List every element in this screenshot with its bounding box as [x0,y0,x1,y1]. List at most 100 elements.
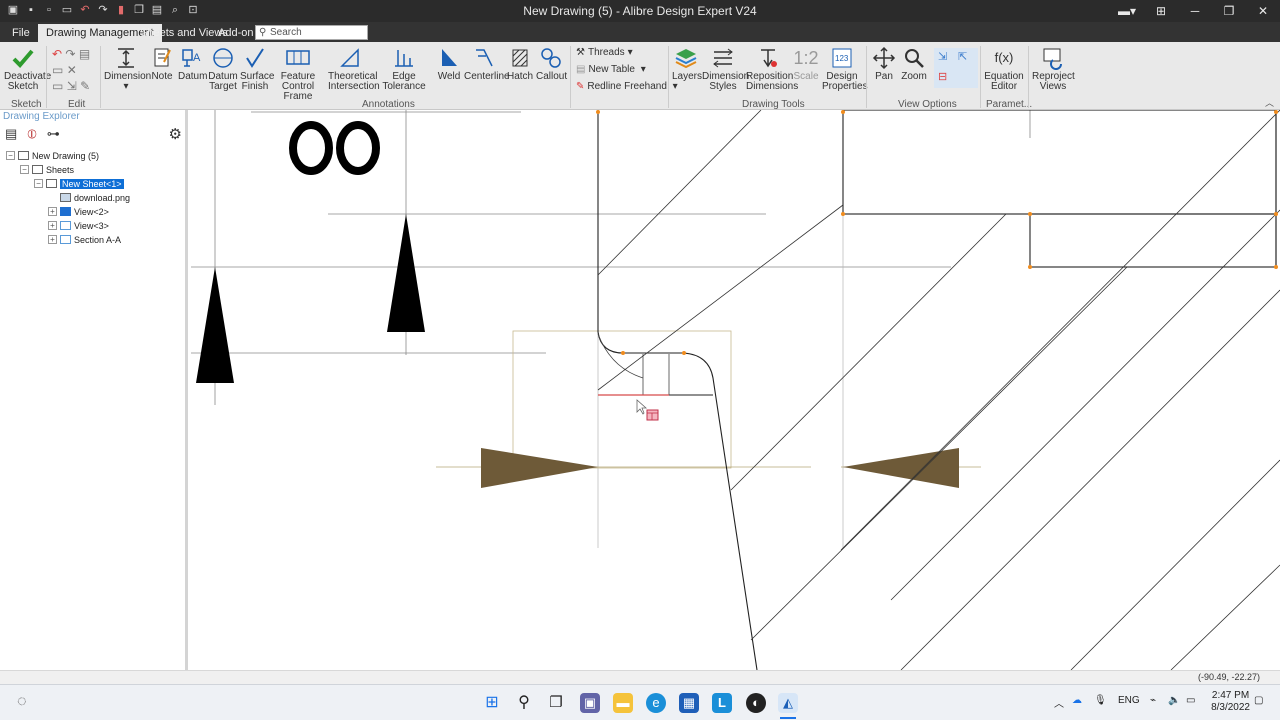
copy-icon[interactable]: ▤ [79,47,90,61]
link-icon[interactable]: ▭ [52,79,63,93]
start-icon[interactable]: ⊞ [482,693,502,713]
dimension-styles-button[interactable]: Dimension Styles [702,46,749,92]
onedrive-icon[interactable]: ☁ [1072,695,1082,706]
minimize-button[interactable]: ─ [1178,0,1212,22]
hatch-button[interactable]: Hatch [507,46,533,82]
battery-icon[interactable]: ▭ [1186,695,1195,706]
settings-dropdown-icon[interactable]: ▬▾ [1110,0,1144,22]
view-toggle-icon[interactable]: ⇱ [958,50,967,63]
section-arrow[interactable] [843,448,959,488]
notifications-icon[interactable]: ▢ [1254,695,1263,706]
restore-button[interactable]: ❐ [1212,0,1246,22]
move-icon[interactable]: ⇲ [67,79,77,93]
tab-file[interactable]: File [4,24,38,42]
reposition-dimensions-button[interactable]: Reposition Dimensions [746,46,798,92]
redline-freehand-button[interactable]: ✎ Redline Freehand ▾ [576,81,678,92]
layers-button[interactable]: Layers [672,46,702,82]
tree-item-sheet[interactable]: − New Sheet<1> [34,178,124,191]
store-icon[interactable]: ▦ [679,693,699,713]
undo-icon[interactable]: ↶ [78,3,92,17]
network-icon[interactable]: ⌁ [1150,695,1156,706]
view-toggle-icon[interactable]: ⊟ [938,70,947,83]
tree-item-section[interactable]: + Section A-A [48,234,121,247]
save-all-icon[interactable]: ▫ [42,3,56,17]
view-toggle-icon[interactable]: ⇲ [938,50,947,63]
tree-item-drawing[interactable]: − New Drawing (5) [6,150,99,163]
callout-button[interactable]: Callout [536,46,567,82]
show-hidden-icons[interactable]: ︿ [1054,695,1064,710]
paste-icon[interactable]: ▤ [150,3,164,17]
explorer-tree-icon[interactable]: ⊶ [47,126,60,142]
equation-editor-button[interactable]: f(x) Equation Editor [984,46,1024,92]
close-button[interactable]: ✕ [1246,0,1280,22]
app-l-icon[interactable]: L [712,693,732,713]
widgets-icon[interactable]: ◌ [17,693,27,711]
chat-icon[interactable]: ▣ [580,693,600,713]
tree-item-sheets[interactable]: − Sheets [20,164,74,177]
cut-icon[interactable]: ▭ [52,63,63,77]
file-explorer-icon[interactable]: ▬ [613,693,633,713]
dimension-button[interactable]: Dimension ▾ [104,46,151,92]
save-icon[interactable]: ▪ [24,3,38,17]
collapse-ribbon-icon[interactable]: ︿ [1265,96,1274,109]
reproject-views-button[interactable]: Reproject Views [1032,46,1075,92]
panel-icon[interactable]: ⊞ [1144,0,1178,22]
alibre-icon[interactable]: ◭ [778,693,798,713]
edge-tolerance-button[interactable]: Edge Tolerance [375,46,433,92]
language-indicator[interactable]: ENG [1118,695,1140,706]
collapse-toggle[interactable]: − [34,179,43,188]
tree-item-view[interactable]: + View<3> [48,220,109,233]
new-table-button[interactable]: ▤ New Table ▾ [576,64,646,75]
gear-icon[interactable]: ⚙ [169,125,182,143]
zoom-window-icon[interactable]: ⊡ [186,3,200,17]
part-profile[interactable] [597,110,1277,670]
delete-icon[interactable]: ▮ [114,3,128,17]
search-icon[interactable]: ⚲ [514,693,534,713]
search-input[interactable]: ⚲ Search [255,25,368,40]
print-icon[interactable]: ▭ [60,3,74,17]
datum-target-button[interactable]: Datum Target [207,46,239,92]
clock[interactable]: 2:47 PM 8/3/2022 [1211,690,1250,714]
tab-add-on[interactable]: Add-on [210,24,261,42]
drawing-sheet[interactable] [191,110,1280,670]
expand-toggle[interactable]: + [48,221,57,230]
collapse-toggle[interactable]: − [20,165,29,174]
volume-icon[interactable]: 🔈 [1168,695,1180,706]
surface-finish-button[interactable]: Surface Finish [240,46,274,92]
microphone-icon[interactable]: 🎙 [1094,695,1107,706]
zoom-icon[interactable]: ⌕ [168,3,182,17]
scale-button[interactable]: 1:2 Scale [792,46,820,82]
expand-toggle[interactable]: + [48,235,57,244]
deactivate-sketch-button[interactable]: Deactivate Sketch [4,46,51,92]
tree-item-view[interactable]: + View<2> [48,206,109,219]
drawing-canvas[interactable] [191,110,1280,670]
pan-button[interactable]: Pan [870,46,898,82]
feature-control-frame-button[interactable]: Feature Control Frame [272,46,324,102]
theoretical-intersection-button[interactable]: Theoretical Intersection [328,46,380,92]
redo-icon[interactable]: ↷ [96,3,110,17]
app-icon[interactable]: ▣ [6,3,20,17]
collapse-toggle[interactable]: − [6,151,15,160]
explorer-filter-icon[interactable]: ⦶ [27,126,36,142]
note-button[interactable]: Note [150,46,174,82]
black-arrow[interactable] [196,267,234,383]
datum-button[interactable]: A Datum [178,46,207,82]
expand-toggle[interactable]: + [48,207,57,216]
zoom-button[interactable]: Zoom [900,46,928,82]
tree-item-image[interactable]: download.png [48,192,130,205]
weld-button[interactable]: Weld [437,46,461,82]
black-arrow[interactable] [387,214,425,332]
task-view-icon[interactable]: ❐ [546,693,566,713]
explorer-list-icon[interactable]: ▤ [5,126,17,142]
app-icon[interactable]: ◐ [746,693,766,713]
edge-browser-icon[interactable]: e [646,693,666,713]
infinity-symbol[interactable] [289,121,380,175]
design-properties-button[interactable]: 123 Design Properties [822,46,868,92]
centerline-button[interactable]: Centerline [464,46,510,82]
undo-icon[interactable]: ↶ [52,47,62,61]
threads-button[interactable]: ⚒ Threads ▾ [576,47,633,58]
delete-icon[interactable]: ✕ [67,63,77,77]
edit-icon[interactable]: ✎ [80,79,90,93]
redo-icon[interactable]: ↷ [65,47,75,61]
copy-icon[interactable]: ❐ [132,3,146,17]
